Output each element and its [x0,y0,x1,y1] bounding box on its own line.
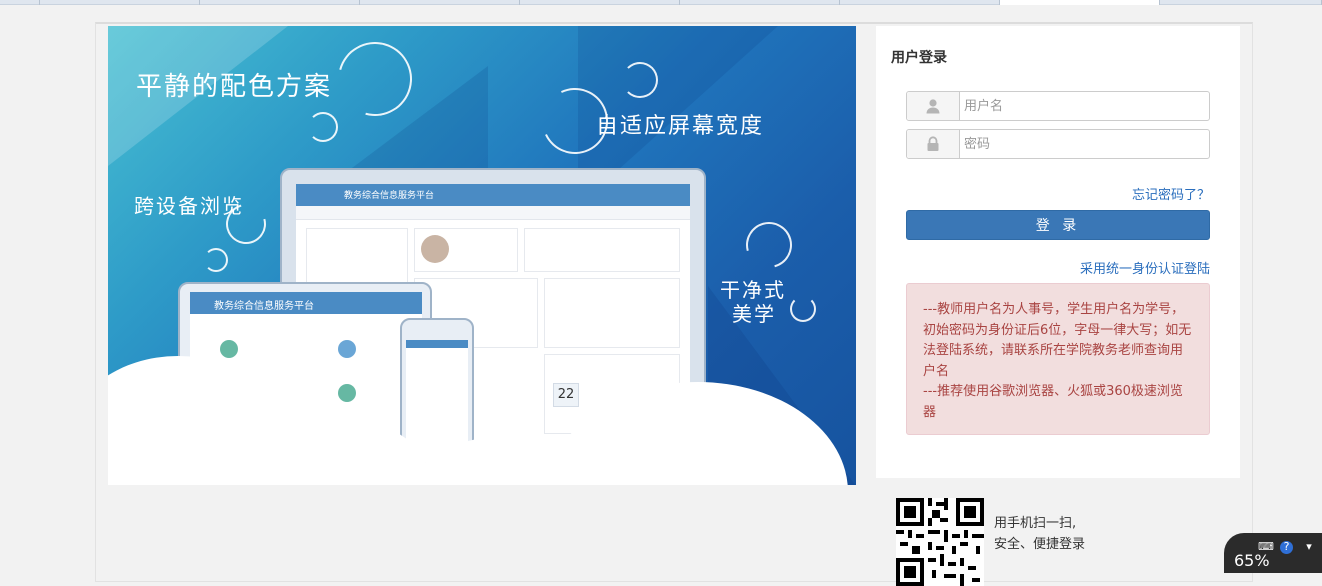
qr-caption-line1: 用手机扫一扫, [994,516,1077,531]
promo-banner: 平静的配色方案 自适应屏幕宽度 跨设备浏览 干净式 美学 教务综合信息服务平台 … [108,26,856,485]
browser-tab[interactable] [360,0,520,5]
screen-header: 教务综合信息服务平台 [296,184,690,206]
browser-tab[interactable] [200,0,360,5]
login-notice: ---教师用户名为人事号，学生用户名为学号，初始密码为身份证后6位，字母一律大写… [906,283,1210,435]
password-field [906,129,1210,159]
decor-ring [204,248,228,272]
browser-tab-active[interactable] [1000,0,1160,5]
forgot-password-link[interactable]: 忘记密码了？ [1132,184,1210,203]
slogan-aesthetics: 美学 [732,302,776,326]
user-icon [907,92,960,120]
unified-auth-link[interactable]: 采用统一身份认证登陆 [1080,258,1210,277]
app-icon [338,340,356,358]
notice-line-browser: ---推荐使用谷歌浏览器、火狐或360极速浏览器 [923,384,1183,420]
browser-tab-strip [0,0,1322,5]
dropdown-icon[interactable]: ▾ [1302,541,1316,553]
browser-tab[interactable] [680,0,840,5]
tablet-header: 教务综合信息服务平台 [190,292,422,314]
usage-percent: 65% [1234,551,1270,570]
decor-ring [622,62,658,98]
app-icon [220,340,238,358]
username-field [906,91,1210,121]
screen-panel [524,228,680,272]
browser-tab[interactable] [0,0,40,5]
decor-ring [308,112,338,142]
screen-nav [296,206,690,220]
password-input[interactable] [964,134,1204,154]
calendar-date: 22 [553,383,579,407]
phone-header [406,340,468,348]
login-button[interactable]: 登 录 [906,210,1210,240]
slogan-color-scheme: 平静的配色方案 [136,72,333,102]
qr-caption: 用手机扫一扫, 安全、便捷登录 [994,513,1114,555]
login-title: 用户登录 [891,50,947,66]
slogan-responsive: 自适应屏幕宽度 [596,114,765,139]
floating-tray-widget[interactable]: ⌨ ? ▾ 65% [1224,533,1322,573]
username-input[interactable] [964,96,1204,116]
help-icon[interactable]: ? [1280,541,1293,554]
browser-tab[interactable] [520,0,680,5]
screen-panel [414,228,518,272]
browser-tab[interactable] [840,0,1000,5]
app-icon [338,384,356,402]
screen-panel [544,278,680,348]
browser-tab[interactable] [40,0,200,5]
avatar [421,235,449,263]
tablet-title: 教务综合信息服务平台 [214,301,314,312]
screen-title: 教务综合信息服务平台 [344,191,435,201]
decor-ring [737,213,801,277]
lock-icon [907,130,960,158]
login-panel: 用户登录 忘记密码了？ 登 录 采用统一身份认证登陆 ---教师用户名为人事号，… [876,26,1240,478]
notice-line-account: ---教师用户名为人事号，学生用户名为学号，初始密码为身份证后6位，字母一律大写… [923,302,1192,379]
browser-tab[interactable] [1160,0,1322,5]
qr-caption-line2: 安全、便捷登录 [994,537,1086,552]
decor-ring [790,296,816,322]
